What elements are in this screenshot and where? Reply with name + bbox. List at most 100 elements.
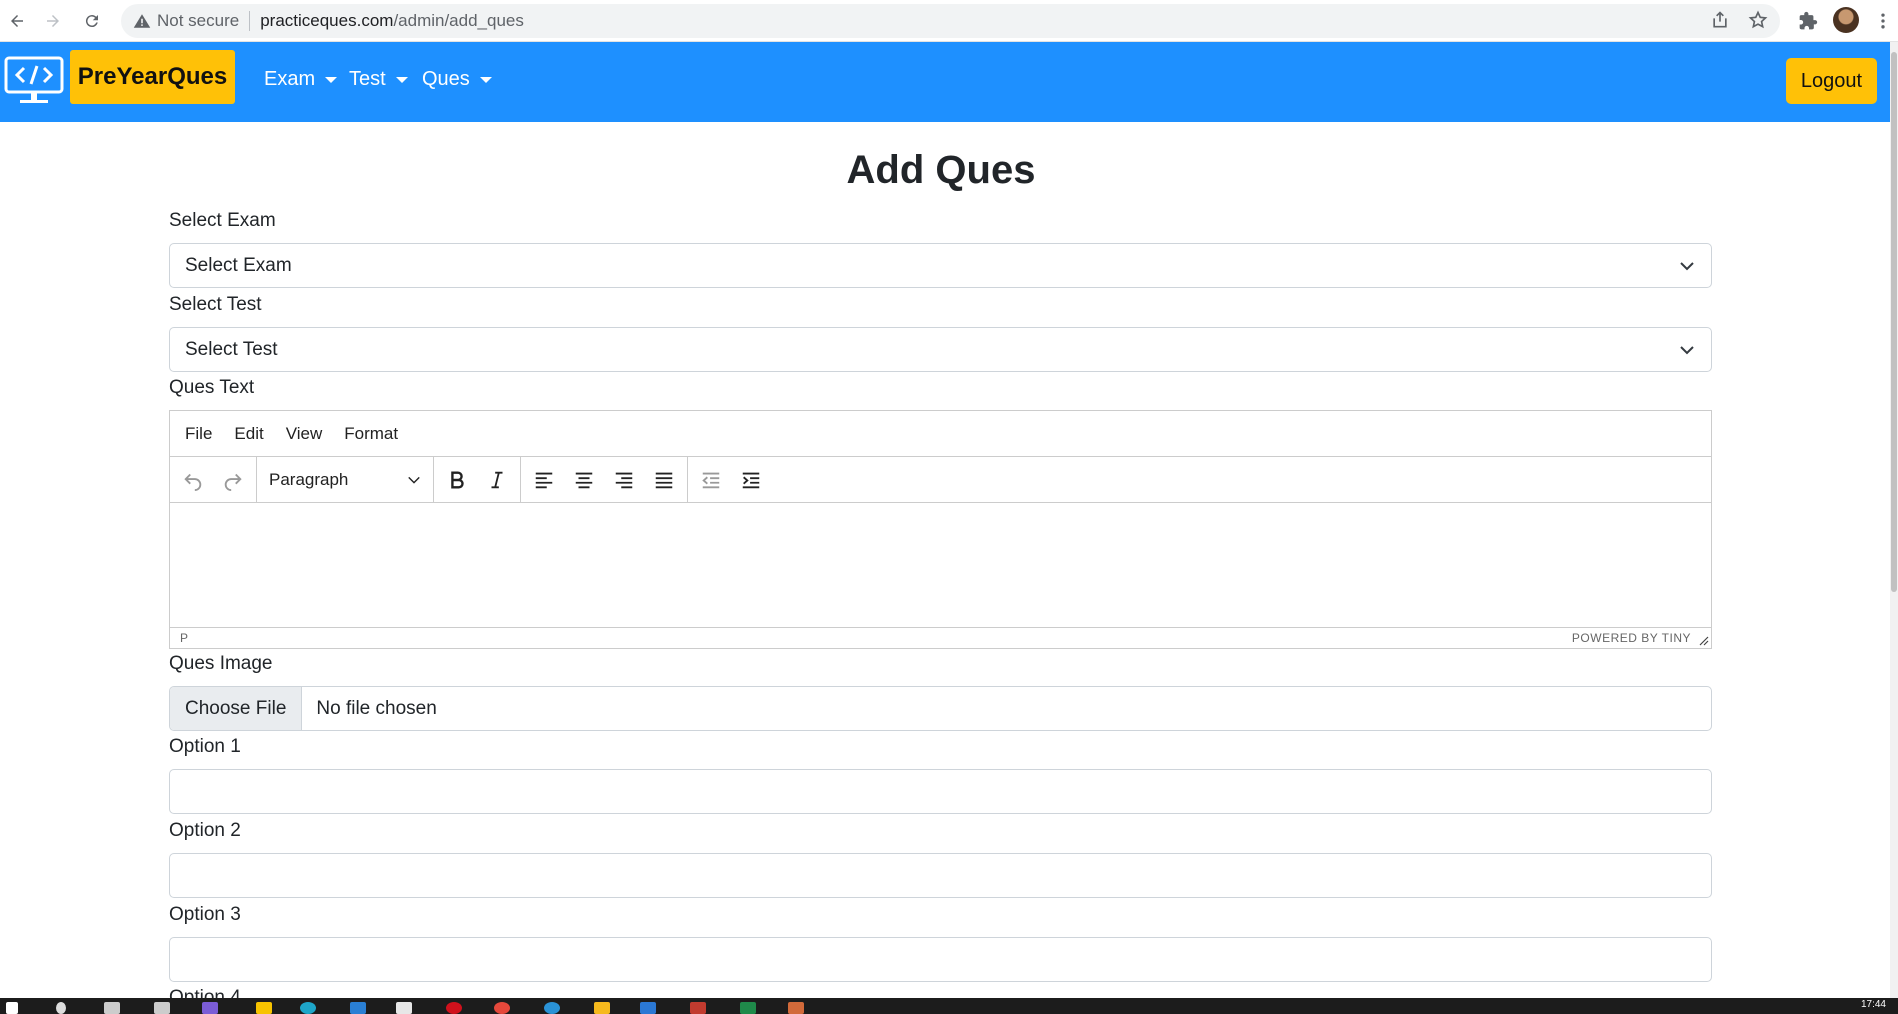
redo-icon	[224, 473, 242, 491]
align-center-button[interactable]	[569, 465, 599, 495]
editor-menu-edit[interactable]: Edit	[234, 424, 263, 444]
vscode-icon[interactable]	[350, 1002, 366, 1014]
undo-button[interactable]	[178, 465, 208, 495]
align-left-icon	[535, 472, 553, 488]
notepad-icon[interactable]	[396, 1002, 412, 1014]
history-group	[170, 457, 257, 502]
indent-button[interactable]	[736, 465, 766, 495]
powered-by-link[interactable]: POWERED BY TINY	[1572, 631, 1691, 645]
url-host: practiceques.com	[260, 11, 394, 30]
chrome-icon[interactable]	[300, 1002, 316, 1014]
align-justify-button[interactable]	[649, 465, 679, 495]
back-button[interactable]	[2, 6, 32, 36]
ques-image-label: Ques Image	[169, 653, 273, 674]
scrollbar-thumb[interactable]	[1891, 52, 1897, 592]
cortana-icon[interactable]	[154, 1002, 170, 1014]
resize-grip-icon[interactable]	[1699, 636, 1709, 646]
bold-button[interactable]	[442, 465, 472, 495]
indent-group	[688, 457, 774, 502]
file-explorer-icon[interactable]	[256, 1002, 272, 1014]
select-test-dropdown[interactable]: Select Test	[169, 327, 1712, 372]
reload-button[interactable]	[77, 6, 107, 36]
search-icon[interactable]	[56, 1002, 66, 1014]
block-format-group: Paragraph	[257, 457, 434, 502]
caret-down-icon	[479, 76, 492, 83]
select-exam-value: Select Exam	[185, 254, 292, 276]
redo-button[interactable]	[218, 465, 248, 495]
no-file-text: No file chosen	[316, 697, 437, 719]
profile-avatar[interactable]	[1833, 7, 1859, 33]
task-view-icon[interactable]	[104, 1002, 120, 1014]
extensions-button[interactable]	[1795, 8, 1821, 34]
align-left-button[interactable]	[529, 465, 559, 495]
align-justify-icon	[655, 472, 673, 488]
select-test-value: Select Test	[185, 338, 278, 360]
italic-button[interactable]	[482, 465, 512, 495]
outlook-icon[interactable]	[640, 1002, 656, 1014]
app-active-icon[interactable]	[690, 1002, 706, 1014]
code-monitor-logo-icon[interactable]	[4, 56, 64, 106]
reload-icon	[85, 15, 98, 28]
app-red-icon[interactable]	[494, 1002, 510, 1014]
select-exam-dropdown[interactable]: Select Exam	[169, 243, 1712, 288]
align-center-icon	[575, 472, 593, 488]
option2-input[interactable]	[169, 853, 1712, 898]
outdent-button[interactable]	[696, 465, 726, 495]
teams-icon[interactable]	[202, 1002, 218, 1014]
warning-icon	[133, 14, 151, 28]
outdent-icon	[702, 472, 720, 488]
url-path: /admin/add_ques	[393, 11, 524, 30]
opera-icon[interactable]	[446, 1002, 462, 1014]
editor-statusbar: P POWERED BY TINY	[170, 627, 1711, 648]
windows-start-icon[interactable]	[6, 1002, 18, 1014]
chevron-down-icon	[1680, 346, 1694, 355]
bold-icon	[451, 470, 464, 489]
align-right-icon	[615, 472, 633, 488]
editor-menu-file[interactable]: File	[185, 424, 212, 444]
nav-menu-exam[interactable]: Exam	[264, 68, 338, 91]
align-right-button[interactable]	[609, 465, 639, 495]
address-bar[interactable]: Not secure practiceques.com/admin/add_qu…	[121, 4, 1780, 38]
kebab-menu-icon	[1881, 13, 1885, 29]
select-test-label: Select Test	[169, 294, 262, 315]
option3-label: Option 3	[169, 904, 241, 925]
app-orange-icon[interactable]	[788, 1002, 804, 1014]
option1-input[interactable]	[169, 769, 1712, 814]
logout-button[interactable]: Logout	[1786, 58, 1877, 104]
forward-arrow-icon	[47, 15, 59, 27]
excel-icon[interactable]	[740, 1002, 756, 1014]
back-arrow-icon	[11, 15, 23, 27]
italic-icon	[491, 471, 503, 488]
undo-icon	[184, 473, 202, 491]
chevron-down-icon	[408, 476, 420, 484]
puzzle-icon	[1799, 11, 1818, 30]
page-title: Add Ques	[846, 148, 1036, 192]
alignment-group	[521, 457, 688, 502]
indent-icon	[742, 472, 760, 488]
editor-content-area[interactable]	[170, 503, 1711, 627]
option1-label: Option 1	[169, 736, 241, 757]
editor-menu-format[interactable]: Format	[344, 424, 398, 444]
select-exam-label: Select Exam	[169, 210, 276, 231]
folder-icon[interactable]	[594, 1002, 610, 1014]
os-taskbar: 17:44	[0, 998, 1898, 1014]
app-blue-icon[interactable]	[544, 1002, 560, 1014]
share-icon[interactable]	[1710, 10, 1730, 30]
page-scrollbar[interactable]	[1890, 42, 1898, 998]
brand-logo[interactable]: PreYearQues	[70, 50, 235, 104]
nav-menu-exam-label: Exam	[264, 68, 316, 90]
bookmark-star-icon[interactable]	[1748, 10, 1768, 30]
editor-menu-view[interactable]: View	[286, 424, 323, 444]
forward-button[interactable]	[38, 6, 68, 36]
browser-menu-button[interactable]	[1870, 8, 1896, 34]
choose-file-button[interactable]: Choose File	[170, 687, 303, 730]
option3-input[interactable]	[169, 937, 1712, 982]
nav-menu-ques[interactable]: Ques	[422, 68, 492, 91]
nav-menu-test[interactable]: Test	[349, 68, 408, 91]
ques-image-file-input[interactable]: Choose File No file chosen	[169, 686, 1712, 731]
caret-down-icon	[395, 76, 408, 83]
editor-element-path[interactable]: P	[180, 631, 188, 645]
taskbar-clock[interactable]: 17:44	[1861, 999, 1886, 1010]
chevron-down-icon	[1680, 262, 1694, 271]
block-format-select[interactable]: Paragraph	[265, 470, 425, 490]
